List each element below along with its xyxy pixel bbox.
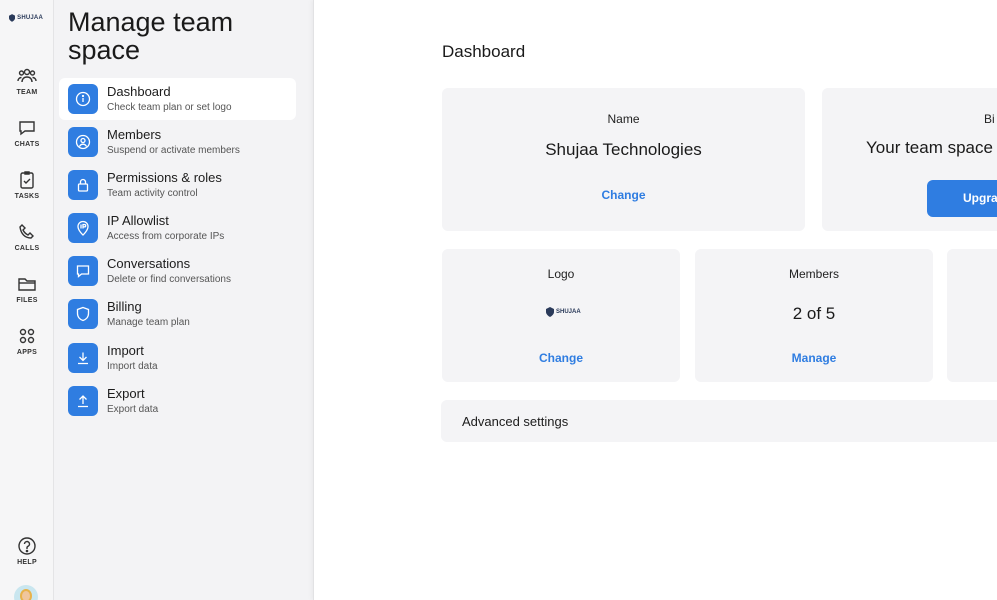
logo-card-label: Logo bbox=[547, 267, 575, 281]
chat-icon bbox=[19, 121, 35, 136]
name-card: Name Shujaa Technologies Change bbox=[442, 88, 805, 231]
menu-item-title: Billing bbox=[107, 299, 142, 314]
info-icon bbox=[75, 91, 91, 107]
change-name-link[interactable]: Change bbox=[442, 188, 805, 202]
rail-label: FILES bbox=[16, 297, 38, 304]
team-name-value: Shujaa Technologies bbox=[545, 140, 702, 159]
rail-item-team[interactable]: TEAM bbox=[0, 66, 54, 106]
menu-item-subtitle: Manage team plan bbox=[107, 317, 190, 328]
menu-item-permissions[interactable]: Permissions & roles Team activity contro… bbox=[59, 164, 296, 206]
advanced-settings-row[interactable]: Advanced settings bbox=[441, 400, 997, 442]
page-title: Dashboard bbox=[442, 42, 526, 61]
manage-members-link[interactable]: Manage bbox=[695, 351, 933, 365]
menu-icon-box bbox=[68, 84, 98, 114]
menu-icon-box bbox=[68, 299, 98, 329]
avatar-face bbox=[20, 589, 32, 600]
menu-item-title: Export bbox=[107, 386, 145, 401]
menu-icon-box bbox=[68, 127, 98, 157]
menu-icon-box bbox=[68, 386, 98, 416]
menu-icon-box bbox=[68, 213, 98, 243]
menu-item-subtitle: Import data bbox=[107, 361, 158, 372]
app-rail: SHUJAA TEAM CHATS TASKS CALLS FILES APPS… bbox=[0, 0, 54, 600]
menu-item-import[interactable]: Import Import data bbox=[59, 337, 296, 379]
rail-item-chats[interactable]: CHATS bbox=[0, 118, 54, 158]
members-card-label: Members bbox=[788, 267, 839, 281]
rail-item-help[interactable]: HELP bbox=[0, 536, 54, 576]
menu-item-billing[interactable]: Billing Manage team plan bbox=[59, 293, 296, 335]
apps-icon bbox=[19, 328, 35, 344]
phone-icon bbox=[19, 224, 34, 239]
logo-card: Logo SHUJAA Change bbox=[442, 249, 680, 382]
members-card: Members 2 of 5 Manage bbox=[695, 249, 933, 382]
name-card-label: Name bbox=[607, 112, 640, 126]
menu-item-title: Permissions & roles bbox=[107, 170, 222, 185]
menu-item-ip-allowlist[interactable]: IP Allowlist Access from corporate IPs bbox=[59, 207, 296, 249]
lock-icon bbox=[77, 178, 89, 192]
change-logo-link[interactable]: Change bbox=[442, 351, 680, 365]
shield-logo-icon bbox=[546, 307, 554, 317]
main-panel: Dashboard Name Shujaa Technologies Chang… bbox=[313, 0, 997, 600]
user-icon bbox=[75, 134, 91, 150]
menu-item-conversations[interactable]: Conversations Delete or find conversatio… bbox=[59, 250, 296, 292]
members-count-value: 2 of 5 bbox=[792, 304, 836, 323]
download-icon bbox=[78, 352, 88, 365]
billing-card-label: Bi bbox=[984, 112, 995, 126]
rail-label: CALLS bbox=[14, 245, 40, 252]
menu-item-title: Conversations bbox=[107, 256, 191, 271]
shield-icon bbox=[76, 306, 90, 322]
brand-logo[interactable]: SHUJAA bbox=[9, 11, 43, 25]
rail-item-calls[interactable]: CALLS bbox=[0, 222, 54, 262]
menu-icon-box bbox=[68, 343, 98, 373]
rail-item-tasks[interactable]: TASKS bbox=[0, 170, 54, 210]
rail-label: TEAM bbox=[16, 89, 38, 96]
menu-item-members[interactable]: Members Suspend or activate members bbox=[59, 121, 296, 163]
menu-item-title: IP Allowlist bbox=[107, 213, 169, 228]
message-icon bbox=[76, 265, 90, 278]
upload-icon bbox=[78, 395, 88, 408]
menu-title: Manage team space bbox=[68, 7, 234, 65]
team-icon bbox=[17, 68, 37, 83]
ip-icon bbox=[77, 220, 89, 236]
upgrade-button[interactable]: Upgra bbox=[927, 180, 997, 217]
menu-item-dashboard[interactable]: Dashboard Check team plan or set logo bbox=[59, 78, 296, 120]
settings-menu: Manage team space Dashboard Check team p… bbox=[54, 0, 312, 600]
menu-item-title: Members bbox=[107, 127, 162, 142]
menu-item-title: Import bbox=[107, 343, 144, 358]
menu-item-subtitle: Export data bbox=[107, 404, 159, 415]
team-logo-text: SHUJAA bbox=[556, 309, 581, 315]
menu-item-subtitle: Delete or find conversations bbox=[107, 274, 231, 285]
team-logo: SHUJAA bbox=[546, 307, 581, 317]
rail-label: CHATS bbox=[14, 141, 40, 148]
folder-icon bbox=[18, 278, 36, 291]
menu-item-title: Dashboard bbox=[107, 84, 171, 99]
advanced-settings-label: Advanced settings bbox=[462, 414, 569, 429]
menu-item-subtitle: Suspend or activate members bbox=[107, 145, 240, 156]
menu-item-subtitle: Check team plan or set logo bbox=[107, 102, 232, 113]
extra-card bbox=[947, 249, 997, 382]
tasks-icon bbox=[20, 171, 34, 189]
rail-item-apps[interactable]: APPS bbox=[0, 326, 54, 366]
plan-status-value: Your team space bbox=[866, 138, 993, 157]
menu-icon-box bbox=[68, 170, 98, 200]
menu-item-subtitle: Team activity control bbox=[107, 188, 198, 199]
rail-label: APPS bbox=[16, 349, 38, 356]
help-icon bbox=[18, 537, 36, 555]
menu-item-export[interactable]: Export Export data bbox=[59, 380, 296, 422]
shield-logo-icon bbox=[9, 14, 16, 22]
avatar[interactable] bbox=[14, 585, 38, 600]
rail-label: HELP bbox=[17, 559, 37, 566]
menu-item-subtitle: Access from corporate IPs bbox=[107, 231, 225, 242]
rail-label: TASKS bbox=[14, 193, 40, 200]
brand-logo-text: SHUJAA bbox=[17, 15, 43, 21]
menu-icon-box bbox=[68, 256, 98, 286]
billing-card: Bi Your team space Upgra bbox=[822, 88, 997, 231]
rail-item-files[interactable]: FILES bbox=[0, 274, 54, 314]
